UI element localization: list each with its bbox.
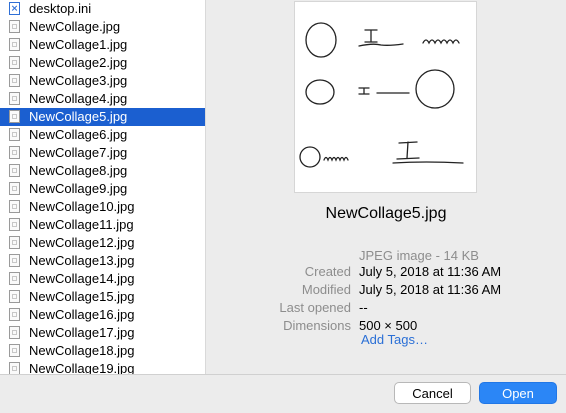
- info-value: 500 × 500: [359, 318, 418, 333]
- file-name: NewCollage5.jpg: [29, 109, 128, 124]
- image-file-icon: [9, 344, 20, 357]
- file-row[interactable]: NewCollage13.jpg: [0, 252, 205, 270]
- file-name: NewCollage4.jpg: [29, 91, 128, 106]
- image-file-icon: [9, 254, 20, 267]
- file-name: NewCollage16.jpg: [29, 307, 135, 322]
- image-file-icon: [9, 20, 20, 33]
- preview-filename: NewCollage5.jpg: [325, 205, 447, 222]
- file-row[interactable]: NewCollage2.jpg: [0, 54, 205, 72]
- collage-sketch-image: [299, 22, 464, 168]
- file-name: NewCollage8.jpg: [29, 163, 128, 178]
- file-row[interactable]: NewCollage7.jpg: [0, 144, 205, 162]
- info-label: Last opened: [279, 300, 351, 315]
- image-file-icon: [9, 182, 20, 195]
- preview-pane: NewCollage5.jpg JPEG image - 14 KB Creat…: [206, 0, 566, 374]
- file-name: NewCollage7.jpg: [29, 145, 128, 160]
- file-name: NewCollage9.jpg: [29, 181, 128, 196]
- file-row[interactable]: NewCollage4.jpg: [0, 90, 205, 108]
- file-row[interactable]: NewCollage11.jpg: [0, 216, 205, 234]
- add-tags-link[interactable]: Add Tags…: [361, 332, 428, 347]
- image-file-icon: [9, 164, 20, 177]
- image-file-icon: [9, 74, 20, 87]
- file-row[interactable]: NewCollage16.jpg: [0, 306, 205, 324]
- file-row[interactable]: NewCollage19.jpg: [0, 360, 205, 374]
- info-label: Modified: [301, 282, 351, 297]
- cancel-button[interactable]: Cancel: [394, 382, 471, 404]
- file-row[interactable]: NewCollage17.jpg: [0, 324, 205, 342]
- file-kind: JPEG image - 14 KB: [359, 248, 479, 263]
- file-name: NewCollage11.jpg: [29, 217, 134, 232]
- info-label: Dimensions: [283, 318, 351, 333]
- open-button[interactable]: Open: [479, 382, 557, 404]
- file-row[interactable]: NewCollage15.jpg: [0, 288, 205, 306]
- image-file-icon: [9, 308, 20, 321]
- image-file-icon: [9, 92, 20, 105]
- file-row[interactable]: NewCollage.jpg: [0, 18, 205, 36]
- image-file-icon: [9, 110, 20, 123]
- file-name: NewCollage3.jpg: [29, 73, 128, 88]
- file-name: NewCollage18.jpg: [29, 343, 135, 358]
- image-file-icon: [9, 290, 20, 303]
- preview-thumbnail: [295, 2, 476, 192]
- file-name: NewCollage.jpg: [29, 19, 121, 34]
- file-name: NewCollage12.jpg: [29, 235, 135, 250]
- file-row[interactable]: NewCollage10.jpg: [0, 198, 205, 216]
- file-name: NewCollage19.jpg: [29, 361, 135, 374]
- file-name: NewCollage14.jpg: [29, 271, 135, 286]
- image-file-icon: [9, 146, 20, 159]
- file-name: NewCollage15.jpg: [29, 289, 135, 304]
- image-file-icon: [9, 200, 20, 213]
- file-name: NewCollage6.jpg: [29, 127, 128, 142]
- file-list[interactable]: ⨯ desktop.ini NewCollage.jpg NewCollage1.jp…: [0, 0, 205, 374]
- file-row[interactable]: NewCollage9.jpg: [0, 180, 205, 198]
- image-file-icon: [9, 272, 20, 285]
- file-row[interactable]: NewCollage12.jpg: [0, 234, 205, 252]
- file-row[interactable]: NewCollage6.jpg: [0, 126, 205, 144]
- footer-divider: [0, 374, 566, 375]
- ini-file-icon: ⨯: [9, 2, 20, 15]
- info-value: --: [359, 300, 368, 315]
- image-file-icon: [9, 236, 20, 249]
- image-file-icon: [9, 38, 20, 51]
- image-file-icon: [9, 362, 20, 374]
- file-row[interactable]: NewCollage18.jpg: [0, 342, 205, 360]
- info-value: July 5, 2018 at 11:36 AM: [359, 264, 502, 279]
- file-row[interactable]: NewCollage8.jpg: [0, 162, 205, 180]
- file-name: NewCollage17.jpg: [29, 325, 135, 340]
- image-file-icon: [9, 128, 20, 141]
- file-row[interactable]: NewCollage1.jpg: [0, 36, 205, 54]
- file-row[interactable]: NewCollage3.jpg: [0, 72, 205, 90]
- file-name: NewCollage13.jpg: [29, 253, 135, 268]
- info-label: Created: [304, 264, 351, 279]
- file-row[interactable]: ⨯ desktop.ini: [0, 0, 205, 18]
- image-file-icon: [9, 326, 20, 339]
- file-name: NewCollage10.jpg: [29, 199, 135, 214]
- file-row[interactable]: NewCollage14.jpg: [0, 270, 205, 288]
- file-row[interactable]: NewCollage5.jpg: [0, 108, 205, 126]
- image-file-icon: [9, 56, 20, 69]
- file-name: NewCollage2.jpg: [29, 55, 128, 70]
- file-name: desktop.ini: [29, 1, 92, 16]
- file-name: NewCollage1.jpg: [29, 37, 128, 52]
- image-file-icon: [9, 218, 20, 231]
- info-value: July 5, 2018 at 11:36 AM: [359, 282, 502, 297]
